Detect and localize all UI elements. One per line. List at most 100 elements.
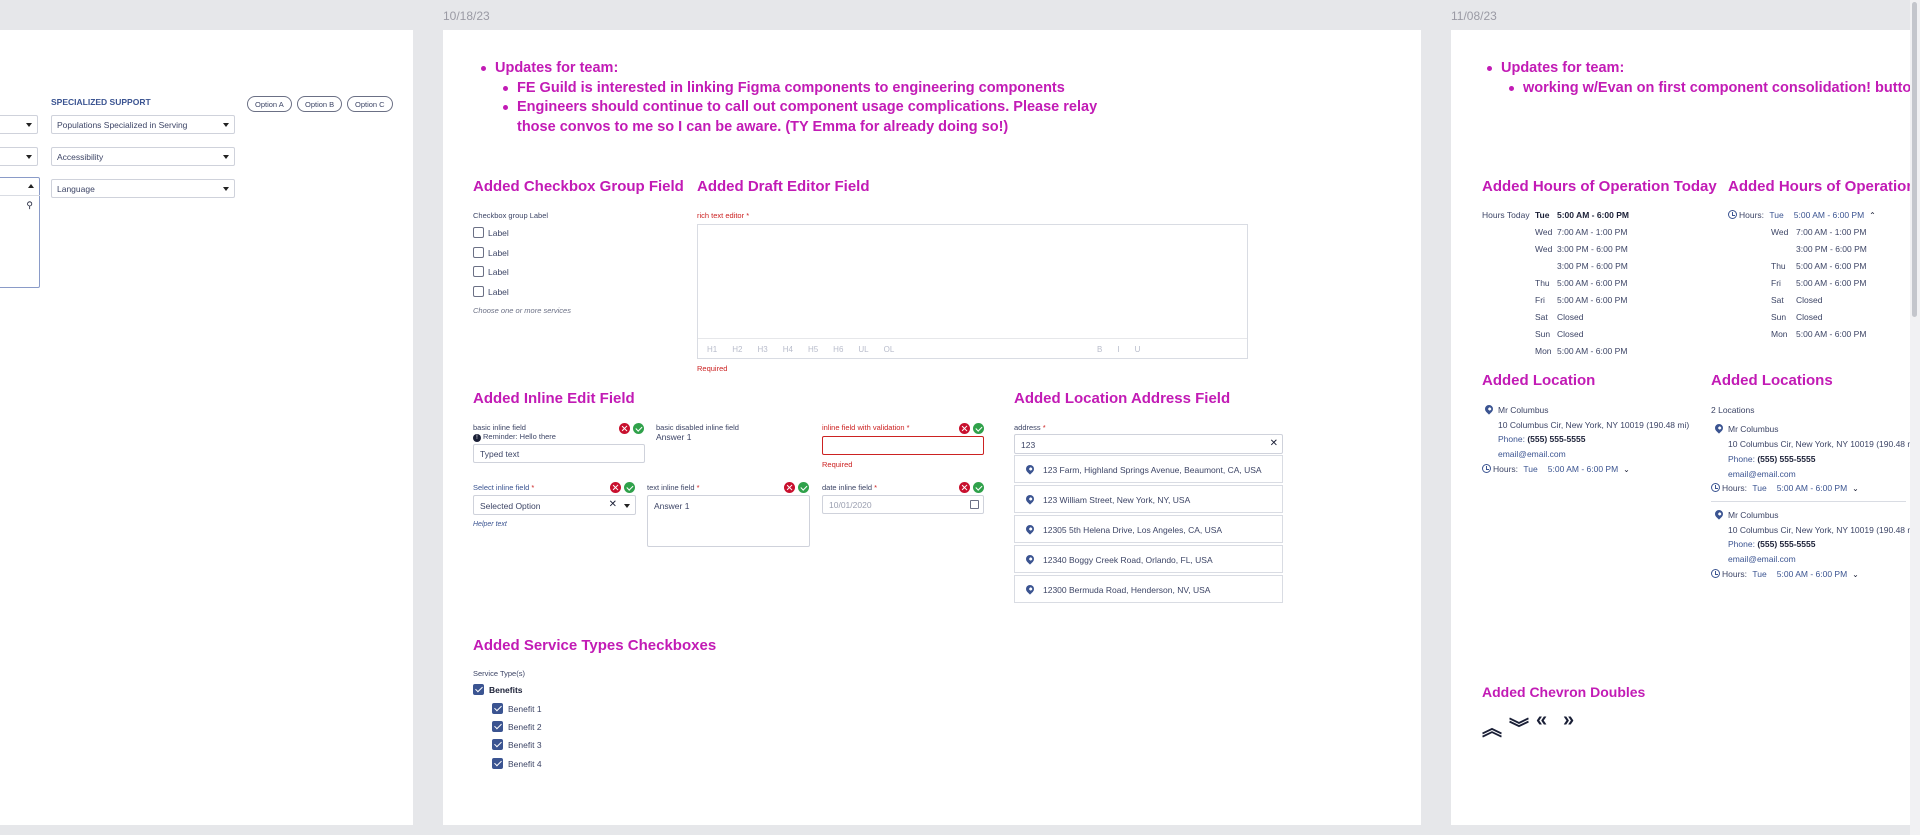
validation-inline-input[interactable]: [822, 436, 984, 455]
location-email[interactable]: email@email.com: [1498, 449, 1566, 459]
rich-text-editor[interactable]: H1 H2 H3 H4 H5 H6 UL OL BIU: [697, 224, 1248, 359]
chevrons-title: Added Chevron Doubles: [1482, 684, 1646, 700]
checkbox-child[interactable]: [492, 758, 503, 769]
select-language[interactable]: Language: [51, 179, 235, 198]
chevron-down-icon: ⌄: [1852, 484, 1859, 493]
hours-time: 5:00 AM - 6:00 PM: [1796, 278, 1867, 288]
location-email[interactable]: email@email.com: [1728, 554, 1796, 564]
confirm-icon[interactable]: [973, 423, 984, 434]
hours-day: Sun: [1535, 329, 1551, 339]
map-pin-icon: [1024, 583, 1036, 595]
address-option[interactable]: 123 William Street, New York, NY, USA: [1014, 485, 1283, 513]
select-helper: Helper text: [473, 521, 507, 528]
hours-v2-toggle[interactable]: Hours: Tue 5:00 AM - 6:00 PM ⌃: [1728, 210, 1876, 220]
cancel-icon[interactable]: [959, 423, 970, 434]
text-inline-textarea[interactable]: Answer 1: [647, 495, 810, 547]
select-partial[interactable]: [0, 115, 38, 134]
locations-title: Added Locations: [1711, 372, 1833, 389]
chevron-double-left-icon[interactable]: «: [1536, 709, 1547, 732]
location-hours-toggle[interactable]: Hours: Tue 5:00 AM - 6:00 PM ⌄: [1482, 464, 1630, 474]
checkbox[interactable]: [473, 227, 484, 238]
cancel-icon[interactable]: [610, 482, 621, 493]
option-pill[interactable]: Option C: [347, 96, 393, 112]
draft-editor-title: Added Draft Editor Field: [697, 178, 870, 195]
location-name: Mr Columbus: [1728, 510, 1779, 520]
scrollbar-track[interactable]: [1910, 0, 1920, 835]
hours-day: Sat: [1771, 295, 1784, 305]
location-address: 10 Columbus Cir, New York, NY 10019 (190…: [1498, 420, 1690, 430]
address-option[interactable]: 12305 5th Helena Drive, Los Angeles, CA,…: [1014, 515, 1283, 543]
checkbox-child[interactable]: [492, 739, 503, 750]
hours-day: Mon: [1535, 346, 1552, 356]
location-phone[interactable]: Phone: (555) 555-5555: [1498, 434, 1585, 444]
confirm-icon[interactable]: [973, 482, 984, 493]
hours-day: Wed: [1535, 244, 1553, 254]
location-name: Mr Columbus: [1728, 424, 1779, 434]
editor-toolbar-headings[interactable]: H1 H2 H3 H4 H5 H6 UL OL: [707, 345, 894, 354]
select-populations[interactable]: Populations Specialized in Serving: [51, 115, 235, 134]
calendar-icon[interactable]: [970, 500, 979, 509]
updates-heading: Updates for team: working w/Evan on firs…: [1485, 59, 1920, 98]
checkbox[interactable]: [473, 286, 484, 297]
location-email[interactable]: email@email.com: [1728, 469, 1796, 479]
left-frame: SPECIALIZED SUPPORT Option A Option B Op…: [0, 30, 413, 825]
updates-heading: Updates for team: FE Guild is interested…: [479, 59, 1099, 137]
address-option[interactable]: 12340 Boggy Creek Road, Orlando, FL, USA: [1014, 545, 1283, 573]
option-pill[interactable]: Option A: [247, 96, 292, 112]
location-address: 10 Columbus Cir, New York, NY 10019 (190…: [1728, 439, 1920, 449]
checkbox-child[interactable]: [492, 721, 503, 732]
clock-icon: [1728, 210, 1737, 219]
option-pill[interactable]: Option B: [297, 96, 343, 112]
checkbox[interactable]: [473, 247, 484, 258]
updates-list: Updates for team: FE Guild is interested…: [479, 59, 1099, 137]
locations-count: 2 Locations: [1711, 405, 1755, 415]
disabled-inline-label: basic disabled inline field: [656, 423, 739, 432]
clock-icon: [1711, 569, 1720, 578]
location-hours-toggle[interactable]: Hours: Tue 5:00 AM - 6:00 PM ⌄: [1711, 483, 1859, 493]
editor-toolbar-format[interactable]: BIU: [1097, 345, 1140, 354]
checkbox[interactable]: [473, 266, 484, 277]
confirm-icon[interactable]: [633, 423, 644, 434]
chevron-double-up-icon[interactable]: ︽: [1482, 712, 1502, 741]
checkbox-child[interactable]: [492, 703, 503, 714]
checkbox-child-label: Benefit 1: [508, 704, 542, 714]
checkbox-parent[interactable]: [473, 684, 484, 695]
open-dropdown[interactable]: ⚲: [0, 177, 40, 288]
checkbox-label: Label: [488, 267, 509, 277]
basic-inline-label: basic inline field: [473, 423, 526, 432]
clear-icon[interactable]: ✕: [609, 499, 617, 510]
map-pin-icon: [1713, 422, 1725, 434]
editor-label: rich text editor *: [697, 211, 750, 220]
confirm-icon[interactable]: [798, 482, 809, 493]
location-phone[interactable]: Phone: (555) 555-5555: [1728, 539, 1815, 549]
checkbox-child-label: Benefit 4: [508, 759, 542, 769]
hours-time: Closed: [1796, 295, 1823, 305]
clear-icon[interactable]: ✕: [1270, 438, 1278, 449]
select-accessibility[interactable]: Accessibility: [51, 147, 235, 166]
hours-time: 3:00 PM - 6:00 PM: [1796, 244, 1867, 254]
location-address: 10 Columbus Cir, New York, NY 10019 (190…: [1728, 525, 1920, 535]
chevron-double-down-icon[interactable]: ︾: [1509, 712, 1529, 741]
chevron-down-icon: [624, 504, 630, 508]
chevron-double-right-icon[interactable]: »: [1563, 709, 1574, 732]
search-icon: ⚲: [26, 200, 33, 210]
location-phone[interactable]: Phone: (555) 555-5555: [1728, 454, 1815, 464]
divider: [1711, 501, 1906, 502]
date-inline-input[interactable]: 10/01/2020: [822, 495, 984, 514]
address-option[interactable]: 12300 Bermuda Road, Henderson, NV, USA: [1014, 575, 1283, 603]
address-input[interactable]: 123 ✕: [1014, 434, 1283, 454]
map-pin-icon: [1024, 493, 1036, 505]
checkbox-label: Label: [488, 248, 509, 258]
cancel-icon[interactable]: [959, 482, 970, 493]
select-inline-field[interactable]: Selected Option ✕: [473, 495, 636, 515]
scrollbar-thumb[interactable]: [1912, 2, 1917, 317]
basic-inline-input[interactable]: Typed text: [473, 444, 645, 463]
confirm-icon[interactable]: [624, 482, 635, 493]
validation-inline-label: inline field with validation *: [822, 423, 910, 432]
checkbox-label: Label: [488, 287, 509, 297]
location-hours-toggle[interactable]: Hours: Tue 5:00 AM - 6:00 PM ⌄: [1711, 569, 1859, 579]
select-partial[interactable]: [0, 147, 38, 166]
address-option[interactable]: 123 Farm, Highland Springs Avenue, Beaum…: [1014, 455, 1283, 483]
cancel-icon[interactable]: [619, 423, 630, 434]
cancel-icon[interactable]: [784, 482, 795, 493]
